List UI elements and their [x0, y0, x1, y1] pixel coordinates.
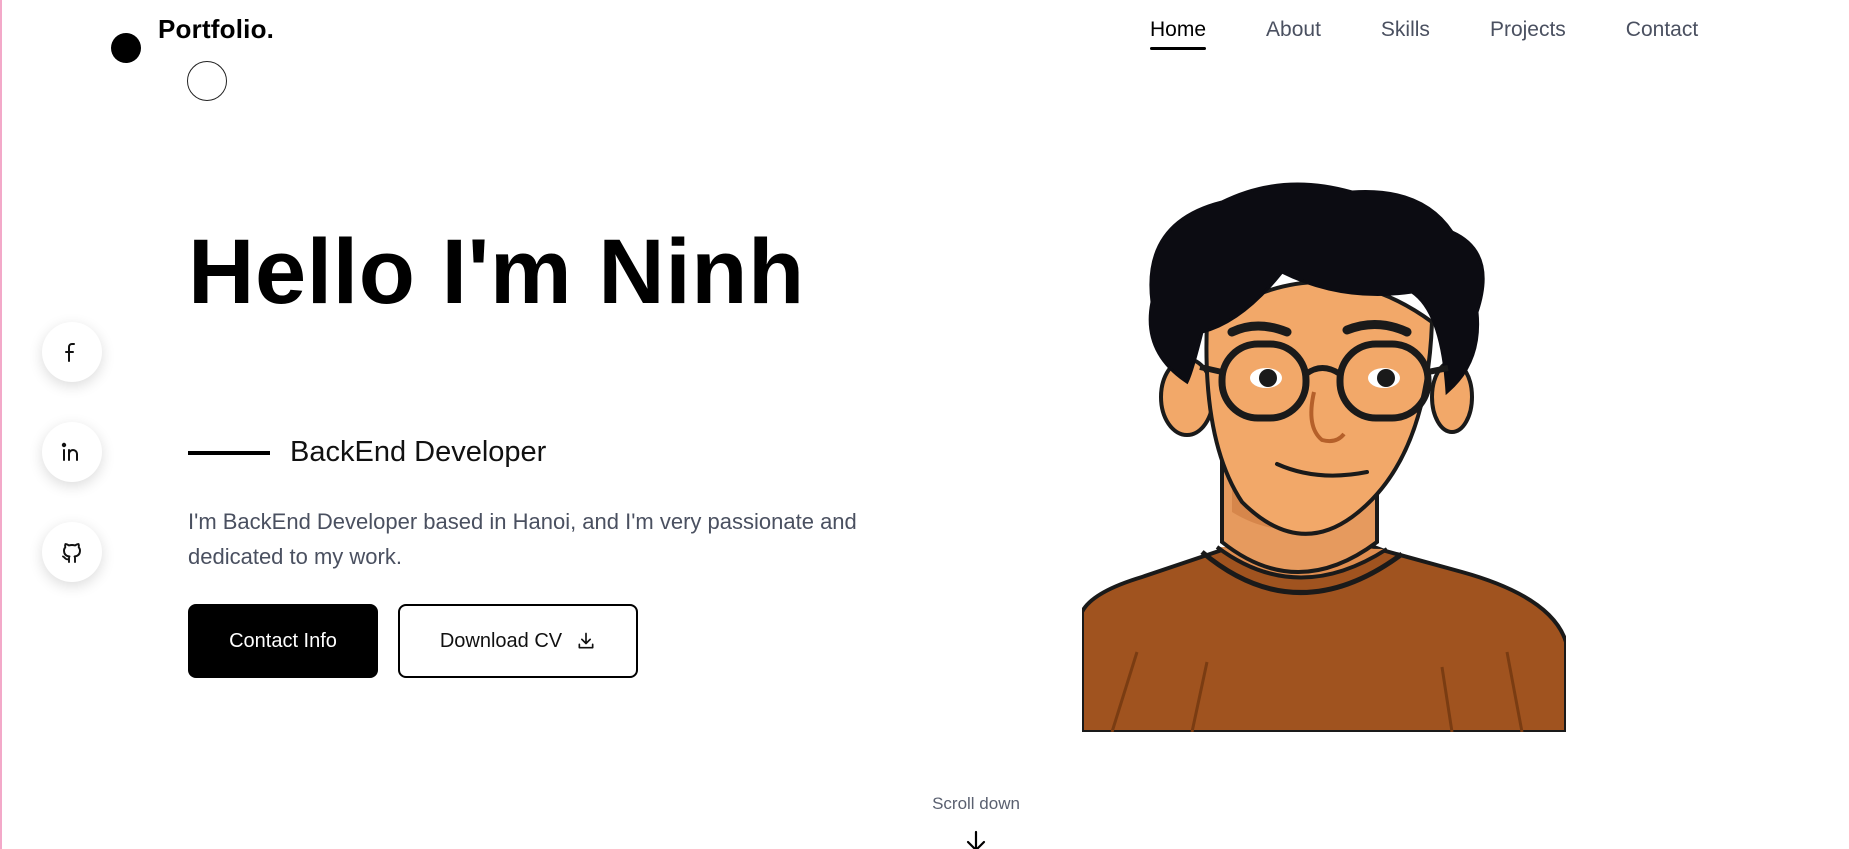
nav-item-projects[interactable]: Projects: [1490, 18, 1566, 50]
contact-info-label: Contact Info: [229, 629, 337, 652]
download-cv-label: Download CV: [439, 629, 563, 652]
social-links: [42, 322, 102, 622]
role-line-group: BackEnd Developer: [188, 436, 546, 469]
avatar-illustration: [1082, 182, 1566, 732]
hero-description: I'm BackEnd Developer based in Hanoi, an…: [188, 509, 857, 569]
site-logo[interactable]: Portfolio.: [158, 14, 274, 45]
nav-item-skills[interactable]: Skills: [1381, 18, 1430, 50]
main-nav: Home About Skills Projects Contact: [1150, 18, 1698, 50]
facebook-icon: [65, 343, 75, 362]
linkedin-icon: [61, 442, 78, 461]
cursor-dot: [111, 33, 141, 63]
scroll-down-link[interactable]: Scroll down: [926, 794, 1026, 814]
role-divider: [188, 450, 270, 455]
cursor-ring: [187, 61, 227, 101]
linkedin-button[interactable]: [42, 422, 102, 482]
github-button[interactable]: [42, 522, 102, 582]
contact-info-button[interactable]: Contact Info: [188, 604, 378, 678]
hero-title: Hello I'm Ninh: [188, 221, 805, 323]
role-title: BackEnd Developer: [290, 436, 547, 468]
arrow-down-icon: [966, 830, 986, 849]
github-icon: [62, 543, 81, 563]
nav-item-about[interactable]: About: [1266, 18, 1321, 50]
download-icon: [578, 632, 594, 649]
nav-item-contact[interactable]: Contact: [1626, 18, 1698, 50]
window-edge: [0, 0, 2, 849]
facebook-button[interactable]: [42, 322, 102, 382]
nav-item-home[interactable]: Home: [1150, 18, 1207, 50]
download-cv-button[interactable]: Download CV: [398, 604, 638, 678]
